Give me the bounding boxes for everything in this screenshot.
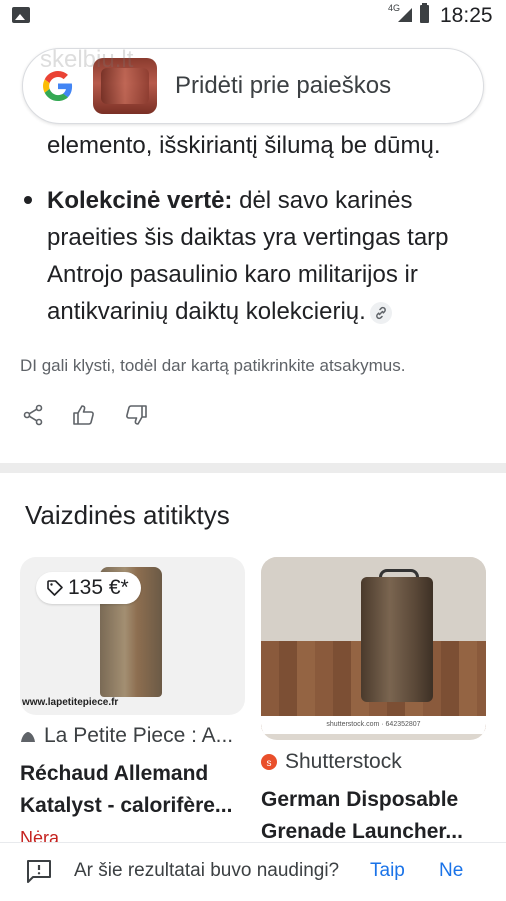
battery-icon	[420, 3, 429, 23]
product-image	[361, 577, 433, 702]
ai-disclaimer: DI gali klysti, todėl dar kartą patikrin…	[20, 356, 406, 375]
link-icon[interactable]	[369, 301, 392, 324]
price-tag-icon	[47, 580, 63, 596]
match-source-1[interactable]: La Petite Piece : A...	[20, 724, 248, 748]
watermark-text: skelbiu.lt	[40, 46, 134, 73]
shutterstock-favicon-icon: s	[261, 754, 277, 770]
price-value: 135 €*	[68, 576, 129, 599]
thumbs-up-icon[interactable]	[72, 404, 96, 426]
feedback-no-button[interactable]: Ne	[439, 860, 463, 882]
price-badge: 135 €*	[36, 572, 141, 604]
match-title-1[interactable]: Réchaud Allemand Katalyst - calorifère..…	[20, 758, 246, 822]
bullet-dot	[24, 196, 32, 204]
feedback-yes-button[interactable]: Taip	[370, 860, 405, 882]
google-logo-icon	[43, 71, 73, 101]
image-watermark: shutterstock.com · 642352807	[261, 716, 486, 734]
share-icon[interactable]	[22, 404, 44, 426]
clock: 18:25	[440, 4, 493, 27]
match-image-2[interactable]: shutterstock.com · 642352807	[261, 557, 486, 740]
bullet-bold-label: Kolekcinė vertė:	[47, 187, 233, 214]
answer-feedback-icons	[20, 404, 180, 434]
answer-cut-line: elemento, išskiriantį šilumą be dūmų.	[47, 132, 441, 159]
match-source-label: Shutterstock	[285, 750, 402, 773]
status-bar: 4G 18:25	[0, 0, 506, 34]
feedback-bar: Ar šie rezultatai buvo naudingi? Taip Ne	[0, 842, 506, 901]
signal-icon	[398, 8, 412, 22]
gallery-icon	[12, 7, 30, 23]
match-title-2[interactable]: German Disposable Grenade Launcher...	[261, 784, 487, 848]
site-favicon-icon	[21, 732, 35, 742]
bullet-item: Kolekcinė vertė: dėl savo karinės praeit…	[47, 182, 493, 330]
svg-text:s: s	[267, 758, 272, 769]
visual-matches-title: Vaizdinės atitiktys	[25, 500, 230, 530]
add-to-search-label: Pridėti prie paieškos	[175, 72, 392, 99]
thumbs-down-icon[interactable]	[124, 404, 148, 426]
feedback-icon	[27, 860, 51, 883]
match-source-2[interactable]: s Shutterstock	[261, 750, 489, 774]
feedback-question: Ar šie rezultatai buvo naudingi?	[74, 860, 340, 881]
image-watermark: www.lapetitepiece.fr	[22, 697, 119, 708]
section-divider	[0, 463, 506, 473]
match-source-label: La Petite Piece : A...	[44, 724, 234, 747]
